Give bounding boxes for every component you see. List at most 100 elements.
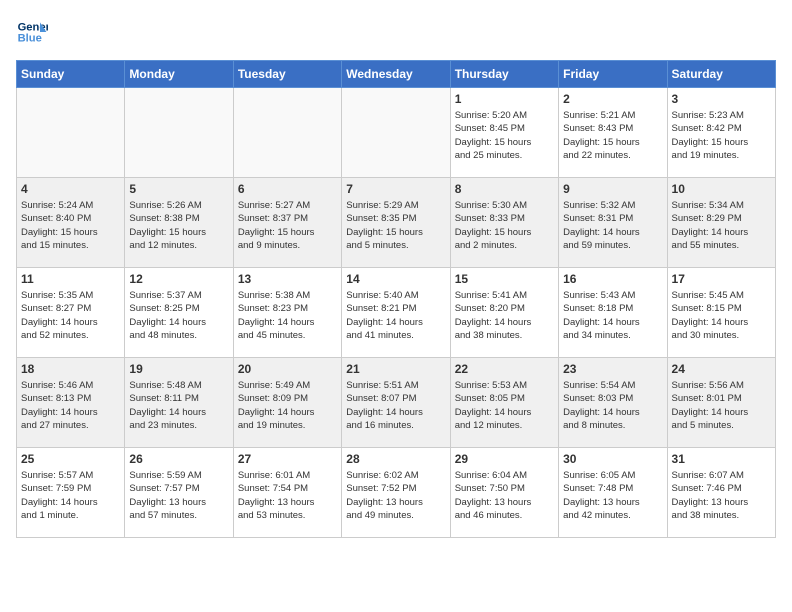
calendar-cell: 6 Sunrise: 5:27 AM Sunset: 8:37 PM Daylig… [233,178,341,268]
weekday-header-sunday: Sunday [17,61,125,88]
day-number: 9 [563,182,662,196]
day-info: Sunrise: 6:04 AM Sunset: 7:50 PM Dayligh… [455,469,554,522]
calendar-cell: 18Sunrise: 5:46 AM Sunset: 8:13 PM Dayli… [17,358,125,448]
calendar-cell: 8 Sunrise: 5:30 AM Sunset: 8:33 PM Daylig… [450,178,558,268]
calendar-cell: 27 Sunrise: 6:01 AM Sunset: 7:54 PM Dayli… [233,448,341,538]
day-info: Sunrise: 5:26 AM Sunset: 8:38 PM Dayligh… [129,199,228,252]
logo-icon: General Blue [16,16,48,48]
calendar-week-4: 18Sunrise: 5:46 AM Sunset: 8:13 PM Dayli… [17,358,776,448]
weekday-header-thursday: Thursday [450,61,558,88]
calendar-cell: 21 Sunrise: 5:51 AM Sunset: 8:07 PM Dayli… [342,358,450,448]
calendar-cell: 23Sunrise: 5:54 AM Sunset: 8:03 PM Dayli… [559,358,667,448]
weekday-header-tuesday: Tuesday [233,61,341,88]
day-number: 6 [238,182,337,196]
day-number: 20 [238,362,337,376]
day-info: Sunrise: 5:48 AM Sunset: 8:11 PM Dayligh… [129,379,228,432]
calendar-cell: 22Sunrise: 5:53 AM Sunset: 8:05 PM Dayli… [450,358,558,448]
day-info: Sunrise: 5:51 AM Sunset: 8:07 PM Dayligh… [346,379,445,432]
day-info: Sunrise: 5:41 AM Sunset: 8:20 PM Dayligh… [455,289,554,342]
calendar-cell: 5 Sunrise: 5:26 AM Sunset: 8:38 PM Daylig… [125,178,233,268]
day-info: Sunrise: 5:59 AM Sunset: 7:57 PM Dayligh… [129,469,228,522]
day-number: 26 [129,452,228,466]
calendar-week-1: 1 Sunrise: 5:20 AM Sunset: 8:45 PM Daylig… [17,88,776,178]
calendar-cell: 28 Sunrise: 6:02 AM Sunset: 7:52 PM Dayli… [342,448,450,538]
day-number: 10 [672,182,771,196]
day-number: 12 [129,272,228,286]
calendar-cell [17,88,125,178]
day-info: Sunrise: 6:05 AM Sunset: 7:48 PM Dayligh… [563,469,662,522]
day-number: 29 [455,452,554,466]
calendar-week-3: 11 Sunrise: 5:35 AM Sunset: 8:27 PM Dayli… [17,268,776,358]
day-number: 1 [455,92,554,106]
day-info: Sunrise: 5:46 AM Sunset: 8:13 PM Dayligh… [21,379,120,432]
calendar-cell: 7 Sunrise: 5:29 AM Sunset: 8:35 PM Daylig… [342,178,450,268]
calendar-cell: 25Sunrise: 5:57 AM Sunset: 7:59 PM Dayli… [17,448,125,538]
svg-text:Blue: Blue [18,33,42,45]
day-number: 8 [455,182,554,196]
day-info: Sunrise: 5:54 AM Sunset: 8:03 PM Dayligh… [563,379,662,432]
day-info: Sunrise: 5:30 AM Sunset: 8:33 PM Dayligh… [455,199,554,252]
day-info: Sunrise: 6:01 AM Sunset: 7:54 PM Dayligh… [238,469,337,522]
day-info: Sunrise: 5:45 AM Sunset: 8:15 PM Dayligh… [672,289,771,342]
calendar-week-2: 4 Sunrise: 5:24 AM Sunset: 8:40 PM Daylig… [17,178,776,268]
day-number: 5 [129,182,228,196]
day-info: Sunrise: 6:07 AM Sunset: 7:46 PM Dayligh… [672,469,771,522]
calendar-cell: 2Sunrise: 5:21 AM Sunset: 8:43 PM Daylig… [559,88,667,178]
calendar-cell [342,88,450,178]
day-number: 22 [455,362,554,376]
day-info: Sunrise: 5:56 AM Sunset: 8:01 PM Dayligh… [672,379,771,432]
day-info: Sunrise: 5:20 AM Sunset: 8:45 PM Dayligh… [455,109,554,162]
calendar-cell: 19 Sunrise: 5:48 AM Sunset: 8:11 PM Dayli… [125,358,233,448]
day-number: 16 [563,272,662,286]
calendar-cell: 4 Sunrise: 5:24 AM Sunset: 8:40 PM Daylig… [17,178,125,268]
calendar-cell: 10 Sunrise: 5:34 AM Sunset: 8:29 PM Dayli… [667,178,775,268]
calendar-cell: 20 Sunrise: 5:49 AM Sunset: 8:09 PM Dayli… [233,358,341,448]
calendar-cell: 13 Sunrise: 5:38 AM Sunset: 8:23 PM Dayli… [233,268,341,358]
logo: General Blue [16,16,52,48]
day-number: 19 [129,362,228,376]
day-info: Sunrise: 5:38 AM Sunset: 8:23 PM Dayligh… [238,289,337,342]
day-info: Sunrise: 5:24 AM Sunset: 8:40 PM Dayligh… [21,199,120,252]
calendar-cell [233,88,341,178]
day-info: Sunrise: 5:34 AM Sunset: 8:29 PM Dayligh… [672,199,771,252]
calendar-cell: 1 Sunrise: 5:20 AM Sunset: 8:45 PM Daylig… [450,88,558,178]
day-number: 17 [672,272,771,286]
day-number: 28 [346,452,445,466]
calendar-cell: 9Sunrise: 5:32 AM Sunset: 8:31 PM Daylig… [559,178,667,268]
calendar-cell: 11 Sunrise: 5:35 AM Sunset: 8:27 PM Dayli… [17,268,125,358]
day-number: 14 [346,272,445,286]
day-info: Sunrise: 5:57 AM Sunset: 7:59 PM Dayligh… [21,469,120,522]
day-number: 15 [455,272,554,286]
day-number: 24 [672,362,771,376]
calendar-cell: 29 Sunrise: 6:04 AM Sunset: 7:50 PM Dayli… [450,448,558,538]
calendar-cell: 14Sunrise: 5:40 AM Sunset: 8:21 PM Dayli… [342,268,450,358]
calendar-cell: 30Sunrise: 6:05 AM Sunset: 7:48 PM Dayli… [559,448,667,538]
day-info: Sunrise: 6:02 AM Sunset: 7:52 PM Dayligh… [346,469,445,522]
day-number: 13 [238,272,337,286]
calendar-cell: 12Sunrise: 5:37 AM Sunset: 8:25 PM Dayli… [125,268,233,358]
day-info: Sunrise: 5:43 AM Sunset: 8:18 PM Dayligh… [563,289,662,342]
day-number: 3 [672,92,771,106]
weekday-header-friday: Friday [559,61,667,88]
day-info: Sunrise: 5:23 AM Sunset: 8:42 PM Dayligh… [672,109,771,162]
day-number: 11 [21,272,120,286]
day-number: 31 [672,452,771,466]
calendar-cell: 26 Sunrise: 5:59 AM Sunset: 7:57 PM Dayli… [125,448,233,538]
weekday-header-saturday: Saturday [667,61,775,88]
day-number: 21 [346,362,445,376]
weekday-header-monday: Monday [125,61,233,88]
day-info: Sunrise: 5:27 AM Sunset: 8:37 PM Dayligh… [238,199,337,252]
day-info: Sunrise: 5:21 AM Sunset: 8:43 PM Dayligh… [563,109,662,162]
day-info: Sunrise: 5:49 AM Sunset: 8:09 PM Dayligh… [238,379,337,432]
day-info: Sunrise: 5:35 AM Sunset: 8:27 PM Dayligh… [21,289,120,342]
calendar-cell: 15 Sunrise: 5:41 AM Sunset: 8:20 PM Dayli… [450,268,558,358]
day-number: 7 [346,182,445,196]
calendar-cell: 24 Sunrise: 5:56 AM Sunset: 8:01 PM Dayli… [667,358,775,448]
day-number: 27 [238,452,337,466]
calendar-table: SundayMondayTuesdayWednesdayThursdayFrid… [16,60,776,538]
day-number: 4 [21,182,120,196]
calendar-cell: 16 Sunrise: 5:43 AM Sunset: 8:18 PM Dayli… [559,268,667,358]
calendar-cell: 3 Sunrise: 5:23 AM Sunset: 8:42 PM Daylig… [667,88,775,178]
day-info: Sunrise: 5:29 AM Sunset: 8:35 PM Dayligh… [346,199,445,252]
calendar-cell: 17 Sunrise: 5:45 AM Sunset: 8:15 PM Dayli… [667,268,775,358]
